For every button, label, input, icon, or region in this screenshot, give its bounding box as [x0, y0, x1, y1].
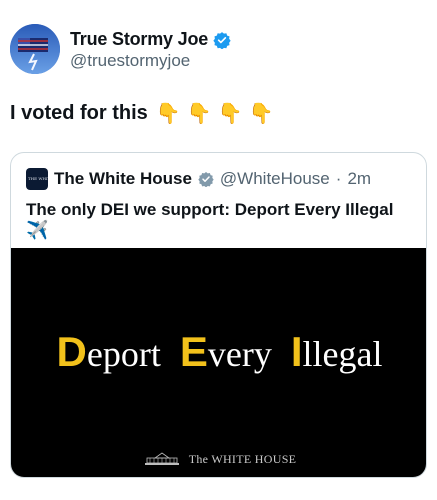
tweet-text-body: I voted for this [10, 102, 148, 124]
tweet-text: I voted for this 👇 👇 👇 👇 [10, 101, 273, 126]
government-verified-badge-icon[interactable] [198, 171, 214, 188]
airplane-emoji: ✈️ [26, 220, 49, 240]
headline-initial: I [290, 328, 303, 375]
headline-initial: D [56, 328, 87, 375]
headline-initial: E [179, 328, 208, 375]
quoted-tweet-header: THE WHITE HOUSE The White House @WhiteHo… [26, 168, 371, 190]
white-house-footer: The WHITE HOUSE [11, 451, 426, 467]
headline-word-rest: eport [86, 334, 161, 374]
tweet-emoji-row: 👇 👇 👇 👇 [156, 101, 274, 126]
quoted-handle[interactable]: @WhiteHouse [220, 169, 330, 189]
dot-separator: · [335, 169, 342, 188]
headline-word-rest: very [207, 334, 272, 374]
quoted-timestamp[interactable]: 2m [347, 169, 371, 189]
quoted-tweet-media[interactable]: Deport Every Illegal The WHITE HOUSE [11, 248, 426, 477]
verified-badge-icon[interactable] [213, 31, 231, 49]
pointing-down-emoji: 👇 [155, 103, 181, 125]
pointing-down-emoji: 👇 [248, 103, 274, 125]
author-name-row: True Stormy Joe [70, 29, 231, 50]
media-headline: Deport Every Illegal [11, 328, 426, 376]
white-house-building-icon [143, 451, 181, 467]
quoted-tweet-text: The only DEI we support: Deport Every Il… [26, 200, 394, 219]
quoted-display-name[interactable]: The White House [54, 169, 192, 189]
headline-word-deport: Deport [57, 328, 161, 376]
white-house-avatar[interactable]: THE WHITE HOUSE [26, 168, 48, 190]
headline-word-illegal: Illegal [291, 328, 383, 376]
headline-word-rest: llegal [302, 334, 383, 374]
avatar-image [10, 24, 60, 74]
author-display-name[interactable]: True Stormy Joe [70, 29, 208, 50]
pointing-down-emoji: 👇 [217, 103, 243, 125]
author-handle[interactable]: @truestormyjoe [70, 51, 190, 71]
headline-word-every: Every [180, 328, 272, 376]
white-house-avatar-text: THE WHITE HOUSE [28, 176, 48, 181]
pointing-down-emoji: 👇 [186, 103, 212, 125]
author-avatar[interactable] [10, 24, 60, 74]
white-house-footer-label: The WHITE HOUSE [188, 451, 297, 466]
quoted-tweet-card[interactable]: THE WHITE HOUSE The White House @WhiteHo… [10, 152, 427, 478]
